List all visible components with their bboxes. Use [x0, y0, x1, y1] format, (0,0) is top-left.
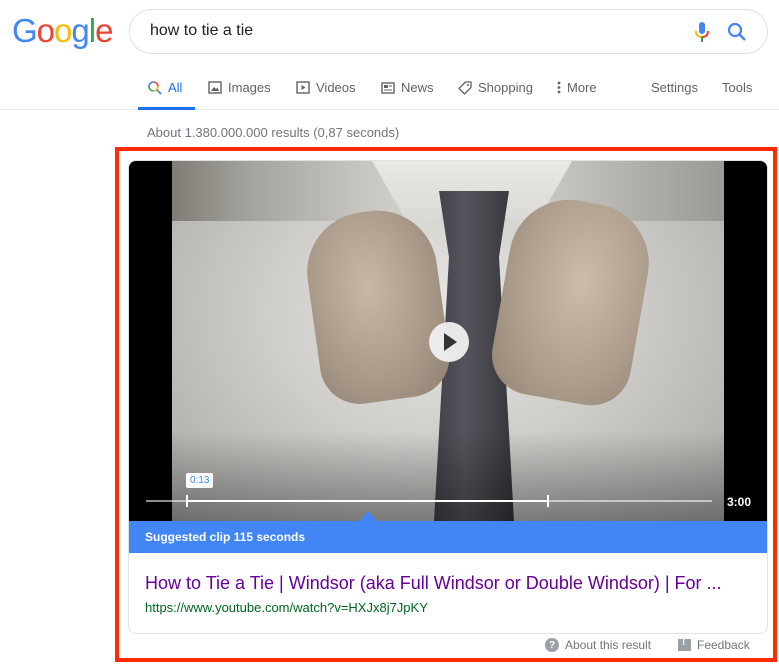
video-duration: 3:00 — [727, 495, 752, 509]
result-title-link[interactable]: How to Tie a Tie | Windsor (aka Full Win… — [145, 573, 722, 594]
newspaper-icon — [381, 81, 395, 94]
active-tab-indicator — [138, 107, 195, 110]
tab-label: News — [401, 80, 434, 95]
tab-label: Images — [228, 80, 271, 95]
search-tabs: All Images Videos News Shopping More Set… — [0, 70, 779, 110]
clip-start-time: 0:13 — [186, 473, 214, 488]
result-stats: About 1.380.000.000 results (0,87 second… — [147, 125, 400, 140]
search-query[interactable]: how to tie a tie — [150, 22, 253, 40]
feedback-link[interactable]: Feedback — [678, 637, 750, 652]
kebab-icon — [557, 81, 561, 94]
logo-letter: g — [71, 12, 89, 49]
result-url[interactable]: https://www.youtube.com/watch?v=HXJx8j7J… — [145, 600, 428, 615]
video-progress-bar[interactable] — [146, 495, 712, 507]
search-icon — [148, 80, 162, 95]
tab-label: Videos — [316, 80, 356, 95]
play-icon — [296, 81, 310, 94]
tab-shopping[interactable]: Shopping — [458, 80, 533, 95]
about-this-result-link[interactable]: ? About this result — [545, 638, 651, 652]
logo-letter: e — [95, 12, 113, 49]
help-icon: ? — [545, 638, 559, 652]
tab-videos[interactable]: Videos — [296, 80, 356, 95]
settings-link[interactable]: Settings — [651, 80, 698, 95]
microphone-icon[interactable] — [695, 22, 709, 44]
tools-label: Tools — [722, 80, 753, 95]
magnifier-icon[interactable] — [727, 22, 747, 42]
feedback-icon — [678, 637, 691, 651]
tab-all[interactable]: All — [148, 80, 182, 95]
feedback-label: Feedback — [697, 638, 750, 652]
tools-link[interactable]: Tools — [722, 80, 752, 95]
tab-label: All — [168, 80, 183, 95]
video-result-card: 0:13 3:00 Suggested clip 115 seconds How… — [128, 160, 768, 634]
logo-letter: o — [54, 12, 72, 49]
about-label: About this result — [565, 638, 652, 652]
play-button[interactable] — [429, 322, 469, 362]
clip-end-marker[interactable] — [547, 495, 550, 507]
suggested-clip-bar: Suggested clip 115 seconds — [129, 521, 767, 553]
tab-more[interactable]: More — [557, 80, 597, 95]
clip-start-marker[interactable] — [185, 495, 188, 507]
clip-caret — [359, 511, 377, 521]
image-icon — [208, 81, 222, 94]
suggested-clip-range — [186, 500, 549, 502]
tab-images[interactable]: Images — [208, 80, 271, 95]
logo-letter: o — [36, 12, 55, 49]
logo-letter: G — [12, 12, 38, 49]
tab-news[interactable]: News — [381, 80, 434, 95]
video-player[interactable]: 0:13 3:00 — [129, 161, 767, 521]
tab-label: More — [567, 80, 597, 95]
tag-icon — [458, 80, 472, 95]
settings-label: Settings — [651, 80, 698, 95]
search-input[interactable]: how to tie a tie — [129, 9, 768, 54]
suggested-clip-text: Suggested clip 115 seconds — [145, 530, 306, 544]
tab-label: Shopping — [478, 80, 533, 95]
google-logo[interactable]: Google — [12, 12, 113, 50]
